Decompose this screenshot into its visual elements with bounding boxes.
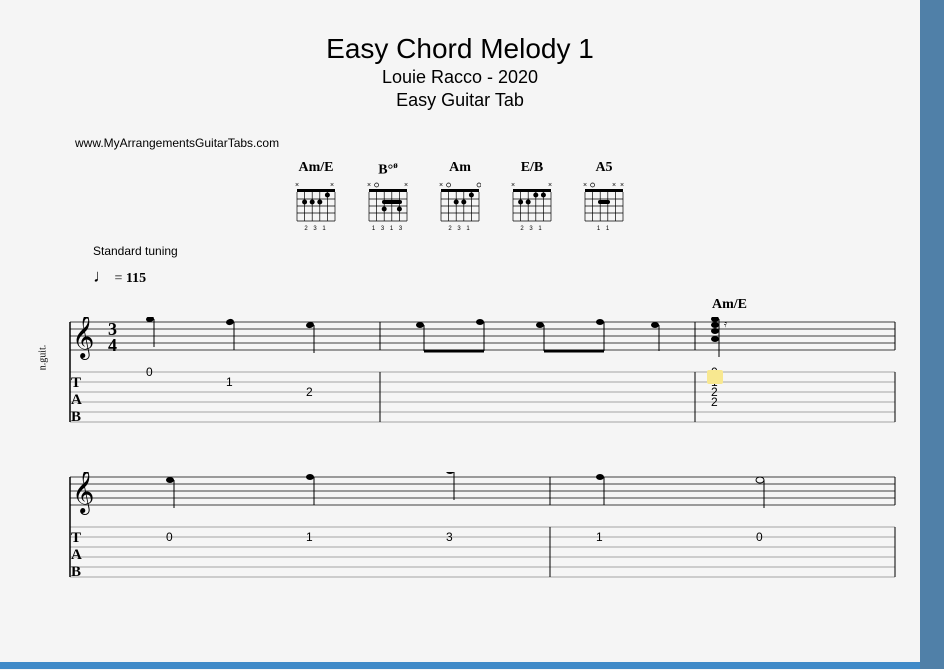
svg-text:0: 0 xyxy=(756,530,763,544)
svg-text:3: 3 xyxy=(446,530,453,544)
svg-text:B: B xyxy=(71,564,81,580)
instrument-line: Easy Guitar Tab xyxy=(0,90,920,111)
window-bottom-bar xyxy=(0,662,920,669)
chord-diagram: Am × 2 3 1 xyxy=(439,160,481,232)
svg-text:1: 1 xyxy=(306,530,313,544)
fretboard-icon: × xyxy=(439,181,481,225)
svg-text:𝄿: 𝄿 xyxy=(724,319,727,330)
treble-clef-icon: 𝄞 xyxy=(72,472,94,515)
svg-text:1: 1 xyxy=(226,375,233,389)
svg-text:T: T xyxy=(71,375,81,391)
tempo-marking: ♩ = 115 xyxy=(93,266,920,287)
svg-text:B: B xyxy=(71,409,81,425)
chord-label-am-e: Am/E xyxy=(712,297,747,313)
tuning-text: Standard tuning xyxy=(93,244,920,258)
window-edge xyxy=(920,0,944,669)
score-system: 𝄞 4 5 T xyxy=(60,472,920,597)
svg-text:×: × xyxy=(583,182,587,189)
composer-line: Louie Racco - 2020 xyxy=(0,67,920,88)
quarter-note-icon: ♩ xyxy=(93,266,111,286)
svg-text:×: × xyxy=(548,182,552,189)
tempo-bpm: 115 xyxy=(126,271,146,286)
treble-clef-icon: 𝄞 xyxy=(72,317,94,360)
chord-diagram: A5 × × × 1 1 xyxy=(583,160,625,232)
svg-text:×: × xyxy=(511,182,515,189)
source-url: www.MyArrangementsGuitarTabs.com xyxy=(75,136,920,150)
staff-and-tab: 𝄞 4 5 T xyxy=(60,472,900,592)
finger-numbers: 1 3 1 3 xyxy=(372,226,404,232)
chord-name-label: A5 xyxy=(595,160,612,178)
chord-name-label: Am xyxy=(449,160,471,178)
fretboard-icon: × × × xyxy=(583,181,625,225)
svg-text:A: A xyxy=(71,392,82,408)
finger-numbers: 2 3 1 xyxy=(520,226,543,232)
svg-text:×: × xyxy=(295,182,299,189)
svg-text:×: × xyxy=(330,182,334,189)
svg-text:T: T xyxy=(71,530,81,546)
finger-numbers: 1 1 xyxy=(597,226,611,232)
instrument-label: n.guit. xyxy=(37,345,48,371)
fretboard-icon: ×× xyxy=(295,181,337,225)
fretboard-icon: ×× xyxy=(511,181,553,225)
svg-text:0: 0 xyxy=(146,365,153,379)
staff-and-tab: 𝄞 3 4 1 2 3 xyxy=(60,317,900,437)
finger-numbers: 2 3 1 xyxy=(304,226,327,232)
page-title: Easy Chord Melody 1 xyxy=(0,33,920,65)
svg-text:4: 4 xyxy=(108,335,117,355)
chord-name-label: B°ø xyxy=(378,160,397,178)
svg-text:×: × xyxy=(367,182,371,189)
chord-name-label: Am/E xyxy=(299,160,334,178)
svg-text:0: 0 xyxy=(166,530,173,544)
svg-text:A: A xyxy=(71,547,82,563)
chord-diagram: E/B ×× 2 3 1 xyxy=(511,160,553,232)
chord-diagram: Am/E ×× 2 3 1 xyxy=(295,160,337,232)
svg-text:×: × xyxy=(439,182,443,189)
svg-text:×: × xyxy=(612,182,616,189)
fretboard-icon: ×× xyxy=(367,181,409,225)
svg-text:×: × xyxy=(620,182,624,189)
svg-text:2: 2 xyxy=(306,385,313,399)
score-system: n.guit. Am/E 𝄞 3 4 1 2 3 xyxy=(60,317,920,442)
selection-highlight xyxy=(707,370,723,384)
svg-text:×: × xyxy=(404,182,408,189)
finger-numbers: 2 3 1 xyxy=(448,226,471,232)
svg-text:2: 2 xyxy=(711,395,718,409)
chord-diagram-row: Am/E ×× 2 3 1 B°ø ×× xyxy=(0,160,920,232)
chord-name-label: E/B xyxy=(521,160,544,178)
chord-diagram: B°ø ×× 1 3 1 3 xyxy=(367,160,409,232)
svg-text:1: 1 xyxy=(596,530,603,544)
